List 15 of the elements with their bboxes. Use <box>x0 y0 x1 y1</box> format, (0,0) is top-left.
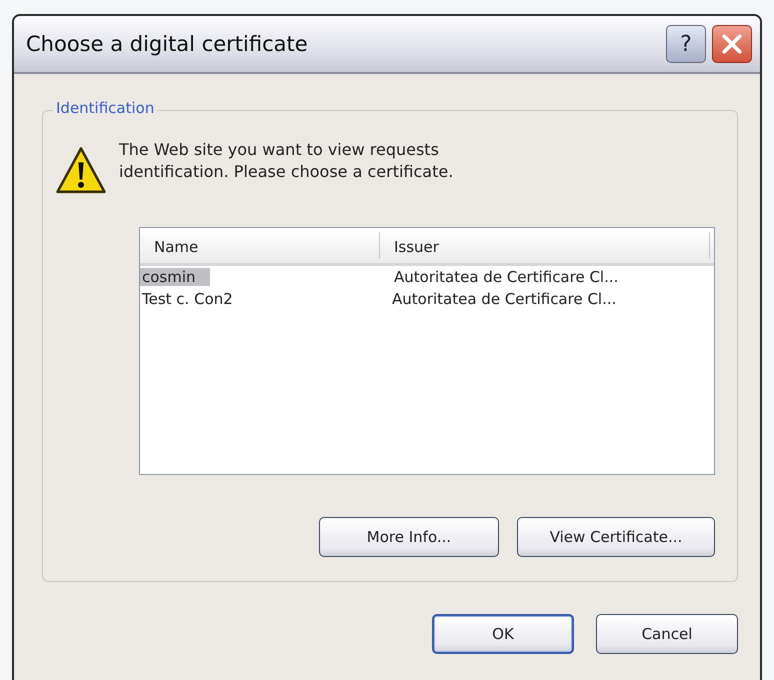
message-text: The Web site you want to view requests identification. Please choose a certificate. <box>119 139 454 183</box>
column-header[interactable]: Name <box>140 232 380 259</box>
table-cell-text: Autoritatea de Certificare Cl... <box>394 268 620 286</box>
close-button[interactable] <box>712 25 752 63</box>
table-cell[interactable]: cosmin <box>140 268 210 286</box>
dialog-button[interactable]: View Certificate... <box>517 517 715 557</box>
cancel-button[interactable]: Cancel <box>596 614 738 654</box>
ok-button[interactable]: OK <box>432 614 574 654</box>
close-icon <box>721 33 743 55</box>
help-button[interactable]: ? <box>666 25 706 63</box>
table-cell[interactable]: Test c. Con2 <box>140 290 370 308</box>
table-cell-text: Autoritatea de Certificare Cl... <box>392 290 618 308</box>
window-title: Choose a digital certificate <box>26 32 308 56</box>
column-header[interactable]: Issuer <box>380 232 710 259</box>
dialog-button[interactable]: More Info... <box>319 517 499 557</box>
